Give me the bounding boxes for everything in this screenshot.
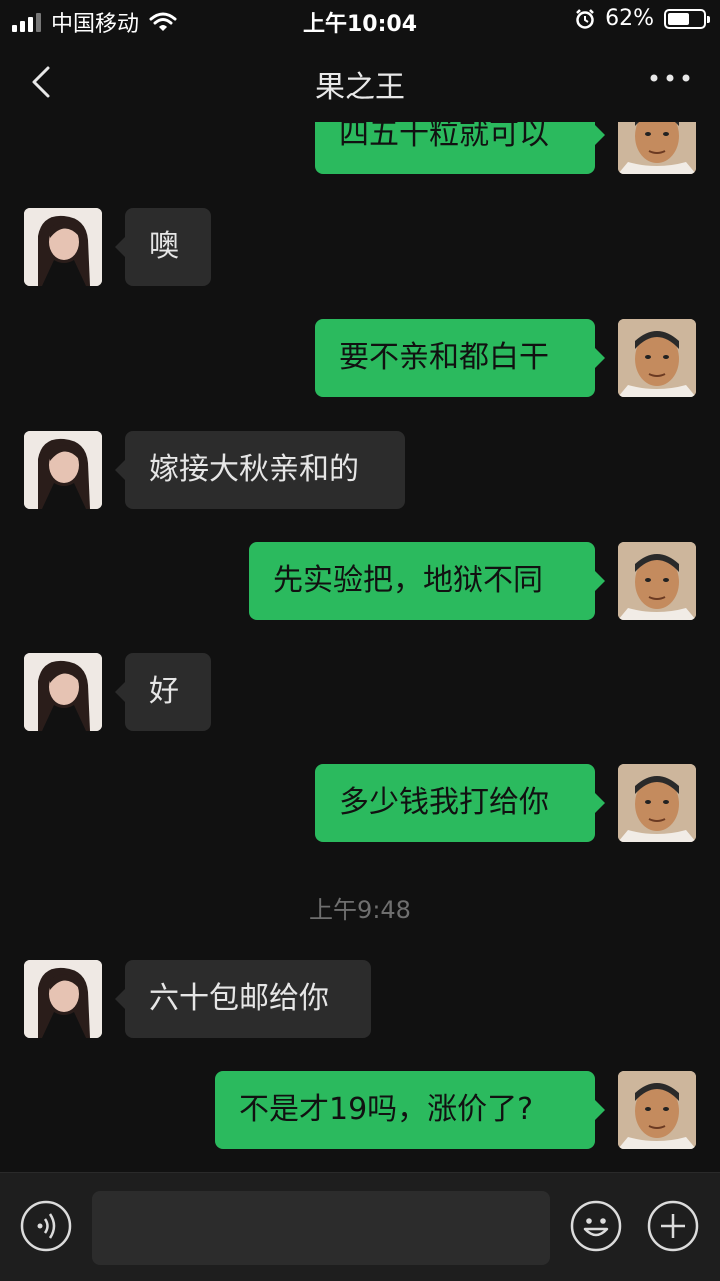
avatar-contact[interactable] [24, 653, 102, 731]
message-text: 好 [149, 674, 179, 709]
message-text: 多少钱我打给你 [339, 785, 549, 820]
message-bubble-self[interactable]: 先实验把，地狱不同 [249, 542, 605, 620]
plus-icon[interactable] [646, 1199, 700, 1253]
message-text: 先实验把，地狱不同 [273, 563, 543, 598]
message-input[interactable] [92, 1191, 550, 1265]
message-bubble-self[interactable]: 要不亲和都白干 [315, 319, 605, 397]
avatar-self[interactable] [618, 542, 696, 620]
message-bubble-contact[interactable]: 好 [115, 653, 211, 731]
avatar-self[interactable] [618, 764, 696, 842]
alarm-icon [576, 8, 594, 29]
message-text: 四五十粒就可以 [339, 117, 549, 152]
avatar-self[interactable] [618, 319, 696, 397]
message-text: 噢 [149, 229, 179, 264]
status-right: 62% [575, 6, 710, 31]
input-bar [0, 1172, 720, 1281]
more-dots-icon[interactable] [648, 68, 692, 88]
message-bubble-contact[interactable]: 六十包邮给你 [115, 960, 371, 1038]
message-text: 不是才19吗，涨价了? [239, 1092, 534, 1127]
message-bubble-contact[interactable]: 嫁接大秋亲和的 [115, 431, 405, 509]
message-text: 要不亲和都白干 [339, 340, 549, 375]
status-bar: 中国移动 上午10:04 62% [0, 0, 720, 40]
nav-bar: 果之王 [0, 40, 720, 122]
avatar-self[interactable] [618, 1071, 696, 1149]
message-bubble-self[interactable]: 不是才19吗，涨价了? [215, 1071, 605, 1149]
message-timestamp: 上午9:48 [309, 896, 411, 924]
message-bubble-contact[interactable]: 噢 [115, 208, 211, 286]
page-title: 果之王 [315, 70, 405, 105]
battery-icon [664, 8, 710, 29]
message-text: 嫁接大秋亲和的 [149, 452, 359, 487]
avatar-contact[interactable] [24, 960, 102, 1038]
message-bubble-self[interactable]: 多少钱我打给你 [315, 764, 605, 842]
message-text: 六十包邮给你 [149, 981, 329, 1016]
battery-percent: 62% [605, 6, 654, 31]
chat-area[interactable]: 四五十粒就可以 噢 要不亲和都白干 嫁接大秋亲和的 先实验把，地狱不同 好 多少… [0, 0, 720, 1172]
avatar-contact[interactable] [24, 431, 102, 509]
voice-icon[interactable] [19, 1199, 73, 1253]
emoji-icon[interactable] [569, 1199, 623, 1253]
avatar-contact[interactable] [24, 208, 102, 286]
